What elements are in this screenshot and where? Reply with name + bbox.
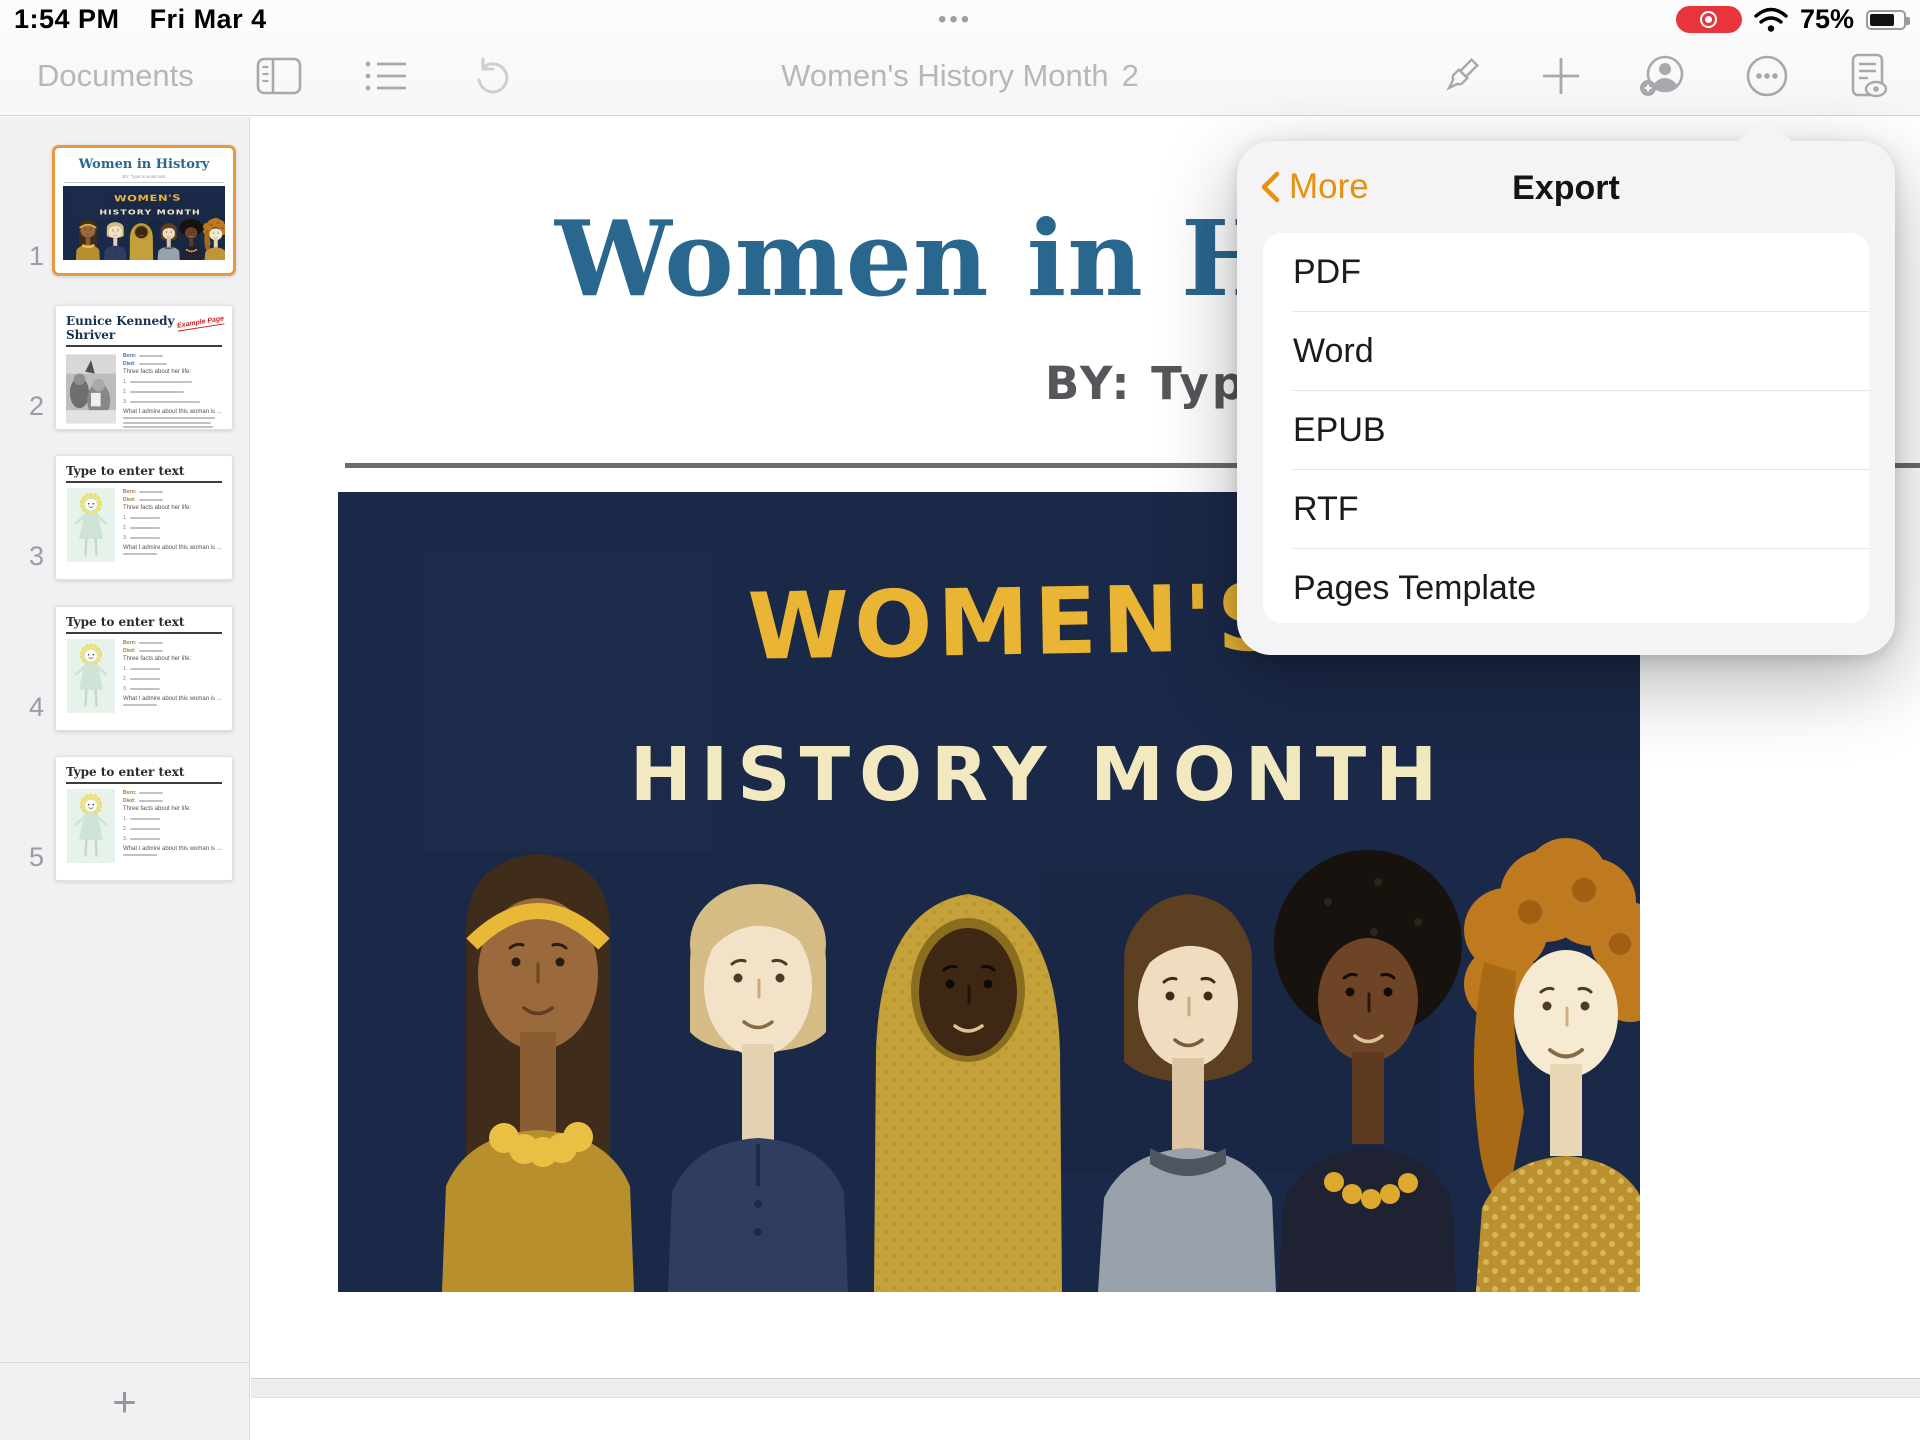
page-thumbnail-3[interactable]: Type to enter text Born: Died: Three fac… xyxy=(55,455,233,580)
battery-icon xyxy=(1866,10,1906,30)
document-title-text: Women's History Month xyxy=(781,58,1109,94)
page-number-4: 4 xyxy=(4,692,44,723)
born-label: Born: xyxy=(123,353,136,359)
page-number-2: 2 xyxy=(4,391,44,422)
add-page-button[interactable]: + xyxy=(112,1381,137,1423)
top-chrome: 1:54 PM Fri Mar 4 ••• 75% xyxy=(0,0,1920,116)
popover-title: Export xyxy=(1237,169,1895,208)
facts-heading: Three facts about her life: xyxy=(123,369,224,375)
popover-arrow xyxy=(1736,119,1794,143)
died-label: Died: xyxy=(123,361,136,367)
battery-percent: 75% xyxy=(1800,4,1854,35)
page-thumbnail-2[interactable]: Eunice Kennedy Shriver Example Page Born… xyxy=(55,305,233,430)
ellipsis-circle-icon xyxy=(1744,53,1790,99)
add-person-icon xyxy=(1638,53,1688,99)
collaborate-button[interactable] xyxy=(1638,53,1688,99)
page-thumbnail-4[interactable]: Type to enter text Born: Died: Three fac… xyxy=(55,606,233,731)
status-bar: 1:54 PM Fri Mar 4 ••• 75% xyxy=(0,0,1920,36)
popover-header: More Export xyxy=(1237,141,1895,233)
pages-app-screen: WOMEN'S HISTORY MONTH xyxy=(0,0,1920,1440)
thumb1-illustration xyxy=(63,186,225,260)
status-date: Fri Mar 4 xyxy=(150,4,267,34)
export-option-word[interactable]: Word xyxy=(1263,312,1869,390)
page-number-5: 5 xyxy=(4,842,44,873)
format-button[interactable] xyxy=(1438,53,1484,99)
paintbrush-icon xyxy=(1438,53,1484,99)
document-eye-icon xyxy=(1846,52,1890,100)
thumb1-subtitle: BY: Type to enter text xyxy=(55,174,233,179)
wifi-icon xyxy=(1754,7,1788,33)
sidebar-footer: + xyxy=(0,1362,249,1440)
more-button[interactable] xyxy=(1744,53,1790,99)
page-number-3: 3 xyxy=(4,541,44,572)
page-thumbnail-5[interactable]: Type to enter text Born: Died: Three fac… xyxy=(55,756,233,881)
document-title-number: 2 xyxy=(1122,58,1139,94)
thumb5-title: Type to enter text xyxy=(66,765,222,779)
export-option-epub[interactable]: EPUB xyxy=(1263,391,1869,469)
export-option-rtf[interactable]: RTF xyxy=(1263,470,1869,548)
export-option-pages-template[interactable]: Pages Template xyxy=(1263,549,1869,623)
clock: 1:54 PM Fri Mar 4 xyxy=(14,4,267,35)
thumb3-doodle xyxy=(66,488,116,562)
record-icon xyxy=(1700,11,1717,28)
page-gap xyxy=(251,1378,1920,1398)
thumb5-doodle xyxy=(66,789,116,863)
admire-heading: What I admire about this woman is ... xyxy=(123,409,224,415)
multitask-handle[interactable]: ••• xyxy=(938,6,972,34)
thumb4-doodle xyxy=(66,639,116,713)
thumb4-title: Type to enter text xyxy=(66,615,222,629)
plus-icon xyxy=(1540,55,1582,97)
page-number-1: 1 xyxy=(4,241,44,272)
reader-view-button[interactable] xyxy=(1846,52,1890,100)
export-popover: More Export PDF Word EPUB RTF Pages Temp… xyxy=(1237,141,1895,655)
screen-recording-indicator[interactable] xyxy=(1676,6,1742,33)
thumb1-title: Women in History xyxy=(55,157,233,172)
thumb2-photo xyxy=(66,352,116,426)
thumb3-title: Type to enter text xyxy=(66,464,222,478)
insert-button[interactable] xyxy=(1540,55,1582,97)
page-thumbnails-sidebar: 1 2 3 4 5 Women in History BY: Type to e… xyxy=(0,117,250,1440)
export-option-pdf[interactable]: PDF xyxy=(1263,233,1869,311)
status-time: 1:54 PM xyxy=(14,4,120,34)
export-options-list: PDF Word EPUB RTF Pages Template xyxy=(1263,233,1869,623)
toolbar: Documents xyxy=(0,36,1920,116)
page-thumbnail-1[interactable]: Women in History BY: Type to enter text xyxy=(52,145,236,276)
